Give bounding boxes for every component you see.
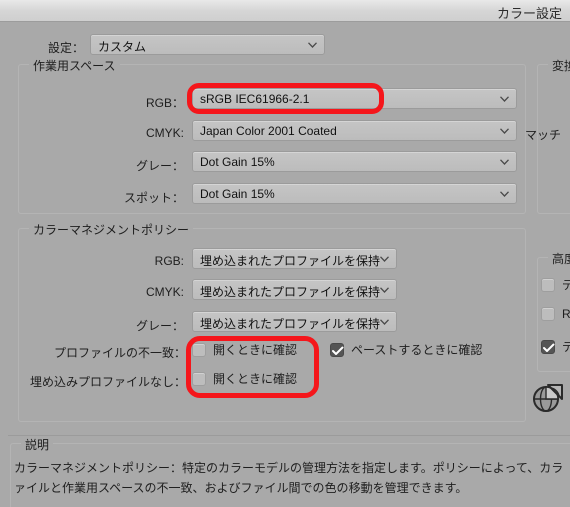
- advanced-option-1-label: デ: [562, 278, 570, 292]
- policy-gray-label: グレー：: [135, 319, 184, 333]
- policy-gray-value: 埋め込まれたプロファイルを保持: [200, 317, 381, 331]
- conversion-title: 変換: [548, 57, 570, 74]
- chevron-down-icon: [500, 96, 509, 102]
- working-spaces-title: 作業用スペース: [29, 57, 120, 74]
- working-space-rgb-dropdown[interactable]: sRGB IEC61966-2.1: [192, 88, 517, 109]
- chevron-down-icon: [500, 191, 509, 197]
- policy-cmyk-value: 埋め込まれたプロファイルを保持: [200, 285, 381, 299]
- profile-mismatch-label: プロファイルの不一致：: [53, 346, 186, 360]
- description-text: カラーマネジメントポリシー：特定のカラーモデルの管理方法を指定します。ポリシーに…: [14, 458, 570, 498]
- chevron-down-icon: [500, 128, 509, 134]
- checkbox-box: [541, 277, 555, 292]
- description-divider: [8, 435, 570, 436]
- missing-profile-label: 埋め込みプロファイルなし：: [29, 375, 186, 389]
- settings-preset-dropdown[interactable]: カスタム: [90, 34, 325, 55]
- checkbox-box: [541, 339, 555, 354]
- mismatch-ask-when-opening-label: 開くときに確認: [213, 343, 298, 357]
- checkbox-box: [192, 342, 206, 357]
- policy-cmyk-label: CMYK:: [145, 285, 184, 299]
- window-titlebar: カラー設定: [0, 0, 570, 22]
- matching-label: マッチ: [525, 128, 562, 142]
- advanced-title: 高度: [548, 250, 570, 267]
- advanced-option-1-checkbox[interactable]: デ: [541, 276, 570, 293]
- working-space-spot-label: スポット：: [123, 191, 184, 205]
- checkbox-box: [541, 307, 555, 321]
- working-space-rgb-value: sRGB IEC61966-2.1: [200, 92, 310, 106]
- working-space-spot-dropdown[interactable]: Dot Gain 15%: [192, 183, 517, 204]
- working-space-cmyk-label: CMYK:: [145, 126, 184, 140]
- working-space-cmyk-value: Japan Color 2001 Coated: [200, 124, 337, 138]
- advanced-option-3-label: テ: [562, 340, 570, 354]
- missing-ask-when-opening-label: 開くときに確認: [213, 372, 298, 386]
- working-space-gray-dropdown[interactable]: Dot Gain 15%: [192, 151, 517, 172]
- chevron-down-icon: [380, 256, 389, 262]
- working-space-rgb-label: RGB：: [145, 96, 184, 110]
- policy-rgb-dropdown[interactable]: 埋め込まれたプロファイルを保持: [192, 248, 397, 269]
- chevron-down-icon: [380, 287, 389, 293]
- missing-ask-when-opening-checkbox[interactable]: 開くときに確認: [192, 370, 297, 387]
- settings-label: 設定：: [47, 41, 84, 55]
- mismatch-ask-when-opening-checkbox[interactable]: 開くときに確認: [192, 341, 297, 358]
- advanced-option-2-checkbox[interactable]: R: [541, 307, 570, 321]
- chevron-down-icon: [380, 319, 389, 325]
- mismatch-ask-when-pasting-checkbox[interactable]: ペーストするときに確認: [330, 341, 482, 358]
- working-space-cmyk-dropdown[interactable]: Japan Color 2001 Coated: [192, 120, 517, 141]
- policy-gray-dropdown[interactable]: 埋め込まれたプロファイルを保持: [192, 311, 397, 332]
- policies-title: カラーマネジメントポリシー: [29, 221, 194, 238]
- working-space-gray-value: Dot Gain 15%: [200, 155, 275, 169]
- working-space-spot-value: Dot Gain 15%: [200, 187, 275, 201]
- description-title: 説明: [21, 436, 54, 453]
- policy-rgb-label: RGB:: [154, 254, 184, 268]
- policy-rgb-value: 埋め込まれたプロファイルを保持: [200, 254, 381, 268]
- policy-cmyk-dropdown[interactable]: 埋め込まれたプロファイルを保持: [192, 279, 397, 300]
- description-line-2: ァイルと作業用スペースの不一致、およびファイル間での色の移動を管理できます。: [14, 481, 468, 495]
- color-settings-window: カラー設定 設定： カスタム 作業用スペース RGB： sRGB IEC6196…: [0, 0, 570, 507]
- chevron-down-icon: [308, 42, 317, 48]
- checkbox-box: [192, 371, 206, 386]
- advanced-option-2-label: R: [562, 307, 570, 321]
- chevron-down-icon: [500, 159, 509, 165]
- mismatch-ask-when-pasting-label: ペーストするときに確認: [351, 343, 483, 357]
- description-line-1: カラーマネジメントポリシー：特定のカラーモデルの管理方法を指定します。ポリシーに…: [14, 461, 564, 475]
- color-wheel-globe-icon: [531, 380, 565, 414]
- advanced-option-3-checkbox[interactable]: テ: [541, 338, 570, 355]
- checkbox-box: [330, 342, 344, 357]
- window-title: カラー設定: [496, 6, 562, 21]
- settings-preset-value: カスタム: [98, 40, 147, 54]
- working-space-gray-label: グレー：: [135, 159, 184, 173]
